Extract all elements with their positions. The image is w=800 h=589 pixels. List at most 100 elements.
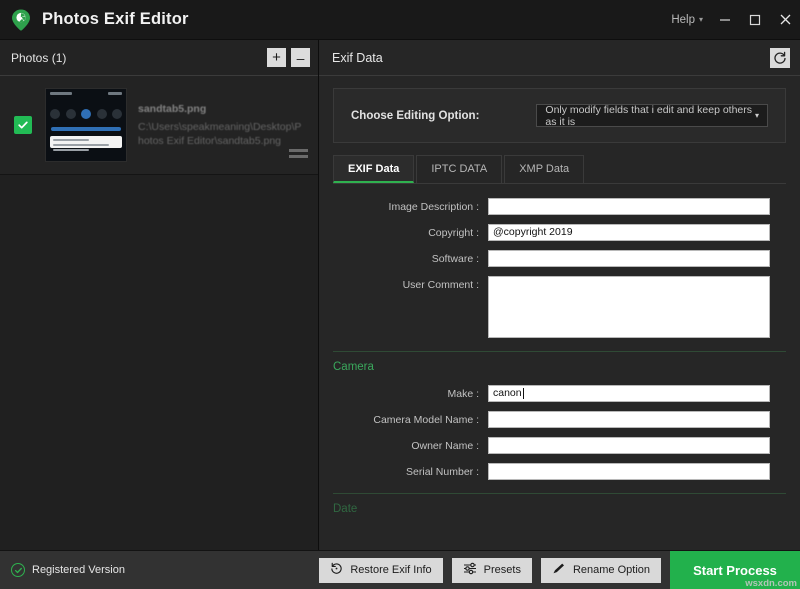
photos-panel-header: Photos (1) + – (0, 40, 318, 76)
field-image-description: Image Description : (333, 198, 786, 215)
photo-thumbnail[interactable] (45, 88, 127, 162)
exif-tabs: EXIF Data IPTC DATA XMP Data (333, 155, 786, 184)
field-camera-model-name: Camera Model Name : (333, 411, 786, 428)
start-process-label: Start Process (693, 563, 777, 578)
make-input-value: canon (493, 385, 522, 402)
chevron-down-icon: ▾ (699, 15, 703, 24)
reset-refresh-button[interactable] (770, 48, 790, 68)
thumb-statusbar (50, 92, 122, 95)
handle-line (289, 155, 308, 158)
field-copyright: Copyright : @copyright 2019 (333, 224, 786, 241)
field-label: Camera Model Name : (333, 411, 488, 426)
field-label: Make : (333, 385, 488, 400)
field-label: Serial Number : (333, 463, 488, 478)
rename-option-button[interactable]: Rename Option (541, 558, 661, 583)
editing-option-box: Choose Editing Option: Only modify field… (333, 88, 786, 143)
aperture-pin-icon (9, 8, 33, 32)
field-owner-name: Owner Name : (333, 437, 786, 454)
main-body: Photos (1) + – (0, 40, 800, 550)
help-label: Help (671, 14, 695, 26)
restore-exif-info-label: Restore Exif Info (350, 564, 431, 576)
user-comment-textarea[interactable] (488, 276, 770, 338)
thumb-text-line (53, 149, 89, 151)
reset-refresh-icon (773, 51, 787, 65)
thumb-clock (50, 92, 72, 95)
date-section-title: Date (333, 503, 786, 515)
app-title: Photos Exif Editor (42, 10, 189, 29)
field-label: Copyright : (333, 224, 488, 239)
field-user-comment: User Comment : (333, 276, 786, 338)
exif-panel-body: Choose Editing Option: Only modify field… (319, 76, 800, 550)
editing-option-value: Only modify fields that i edit and keep … (545, 104, 755, 128)
photos-count-label: Photos (1) (11, 51, 66, 65)
section-divider (333, 351, 786, 352)
presets-button[interactable]: Presets (452, 558, 532, 583)
exif-panel: Exif Data Choose Editing Option: Only mo… (319, 40, 800, 550)
drag-handle-icon[interactable] (289, 149, 308, 158)
camera-section-title: Camera (333, 361, 786, 373)
thumb-toggle (66, 109, 76, 119)
thumb-icons (108, 92, 122, 95)
photo-checkbox[interactable] (14, 116, 32, 134)
chevron-down-icon: ▾ (755, 111, 759, 120)
tab-iptc-data[interactable]: IPTC DATA (416, 155, 502, 183)
close-icon (779, 13, 792, 26)
exif-panel-header: Exif Data (319, 40, 800, 76)
remove-photo-button[interactable]: – (291, 48, 310, 67)
registered-label: Registered Version (32, 564, 125, 576)
thumb-toggle (50, 109, 60, 119)
field-label: Owner Name : (333, 437, 488, 452)
field-serial-number: Serial Number : (333, 463, 786, 480)
section-divider (333, 493, 786, 494)
thumb-toggle (97, 109, 107, 119)
field-label: Image Description : (333, 198, 488, 213)
minimize-icon (719, 14, 731, 26)
checkbox-cell (0, 116, 45, 134)
handle-line (289, 149, 308, 152)
thumb-text-line (53, 144, 109, 146)
sliders-icon (463, 562, 477, 578)
minimize-button[interactable] (710, 0, 740, 40)
field-label: Software : (333, 250, 488, 265)
maximize-button[interactable] (740, 0, 770, 40)
serial-number-input[interactable] (488, 463, 770, 480)
camera-model-name-input[interactable] (488, 411, 770, 428)
check-icon (17, 119, 29, 131)
thumb-toggle (81, 109, 91, 119)
software-input[interactable] (488, 250, 770, 267)
restore-icon (330, 562, 343, 578)
photo-filename: sandtab5.png (138, 103, 305, 115)
editing-option-select[interactable]: Only modify fields that i edit and keep … (536, 104, 768, 127)
thumb-toggle (112, 109, 122, 119)
bottom-toolbar: Registered Version Restore Exif Info (0, 550, 800, 589)
photos-panel: Photos (1) + – (0, 40, 319, 550)
check-circle-icon (11, 563, 25, 577)
watermark-text: wsxdn.com (745, 578, 797, 589)
photo-meta: sandtab5.png C:\Users\speakmeaning\Deskt… (127, 103, 309, 148)
tab-xmp-data[interactable]: XMP Data (504, 155, 584, 183)
photo-filepath: C:\Users\speakmeaning\Desktop\Photos Exi… (138, 120, 305, 148)
field-software: Software : (333, 250, 786, 267)
thumb-text-line (53, 139, 89, 141)
exif-panel-title: Exif Data (332, 51, 383, 65)
exif-form: Image Description : Copyright : @copyrig… (333, 184, 786, 515)
thumb-slider (51, 127, 121, 131)
make-input[interactable]: canon (488, 385, 770, 402)
image-description-input[interactable] (488, 198, 770, 215)
title-bar: Photos Exif Editor Help ▾ (0, 0, 800, 40)
start-process-button[interactable]: Start Process wsxdn.com (670, 551, 800, 589)
editing-option-label: Choose Editing Option: (351, 110, 479, 122)
photo-list: sandtab5.png C:\Users\speakmeaning\Deskt… (0, 76, 318, 550)
owner-name-input[interactable] (488, 437, 770, 454)
copyright-input[interactable]: @copyright 2019 (488, 224, 770, 241)
maximize-icon (749, 14, 761, 26)
thumb-notification-card (50, 136, 122, 148)
close-button[interactable] (770, 0, 800, 40)
list-item[interactable]: sandtab5.png C:\Users\speakmeaning\Deskt… (0, 76, 318, 175)
add-photo-button[interactable]: + (267, 48, 286, 67)
help-menu-button[interactable]: Help ▾ (664, 8, 710, 32)
field-make: Make : canon (333, 385, 786, 402)
restore-exif-info-button[interactable]: Restore Exif Info (319, 558, 442, 583)
tab-exif-data[interactable]: EXIF Data (333, 155, 414, 183)
thumb-quick-toggles (50, 109, 122, 119)
